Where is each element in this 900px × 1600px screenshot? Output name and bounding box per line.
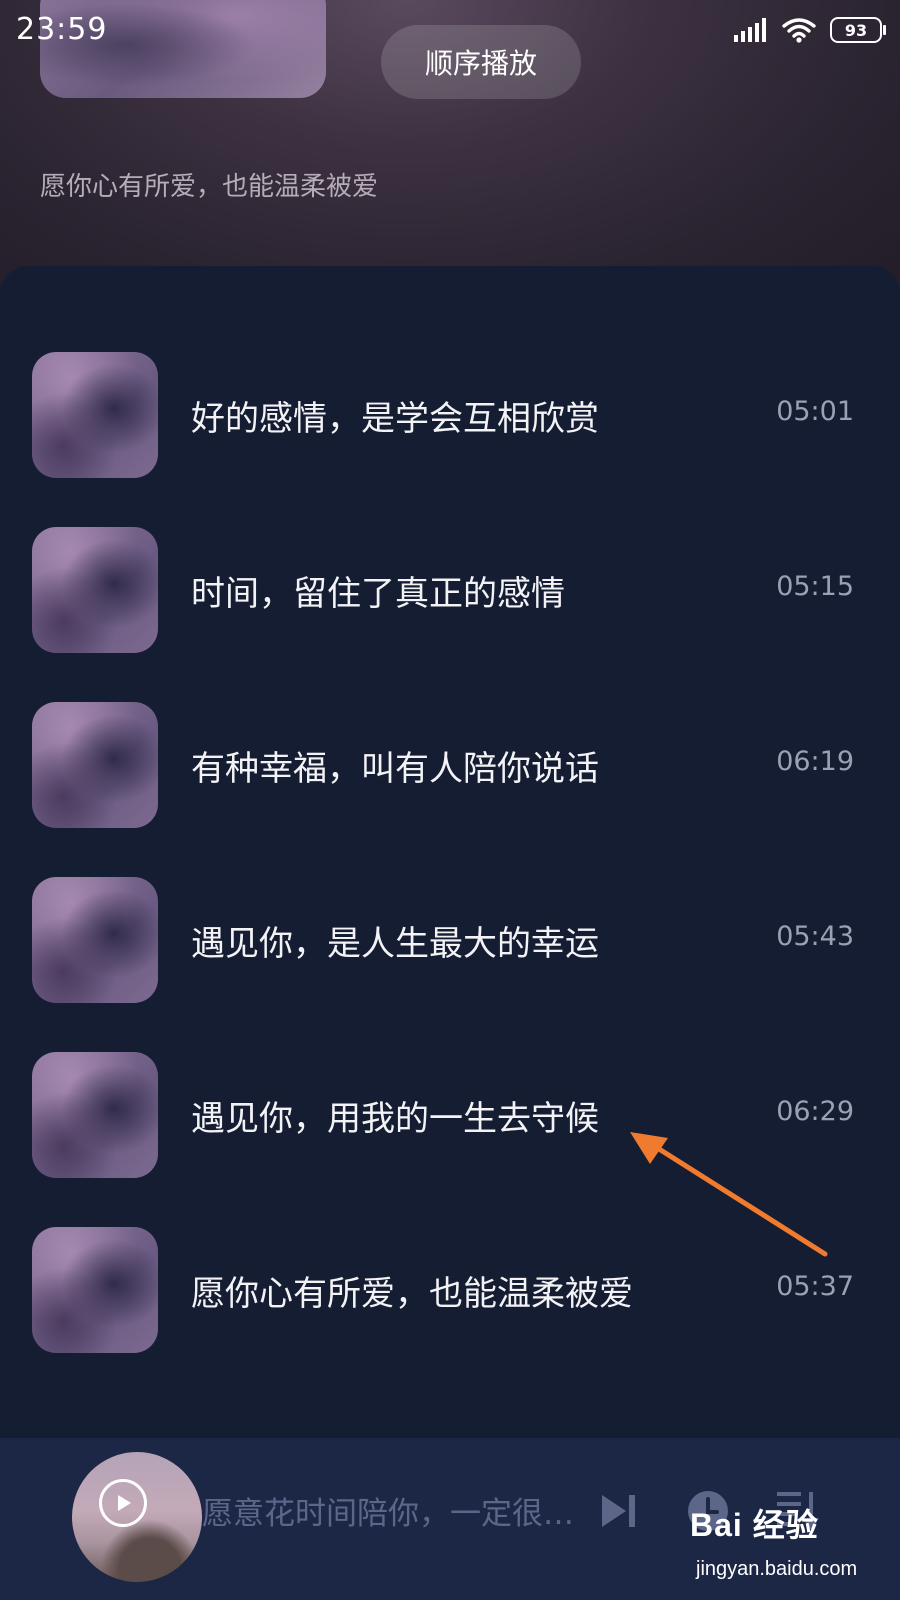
now-playing-title[interactable]: 愿意花时间陪你，一定很… (202, 1488, 597, 1533)
play-icon (118, 1495, 131, 1511)
track-title: 遇见你，用我的一生去守候 (191, 1099, 599, 1139)
track-title: 好的感情，是学会互相欣赏 (191, 399, 599, 439)
track-title: 愿你心有所爱，也能温柔被爱 (191, 1274, 633, 1314)
play-button[interactable] (99, 1479, 147, 1527)
track-duration: 05:15 (776, 571, 854, 602)
track-thumbnail (32, 352, 158, 478)
track-row[interactable]: 有种幸福，叫有人陪你说话 06:19 (0, 702, 900, 828)
track-thumbnail (32, 702, 158, 828)
track-list: 好的感情，是学会互相欣赏 05:01 时间，留住了真正的感情 05:15 有种幸… (0, 266, 900, 1446)
battery-level: 93 (844, 20, 868, 40)
battery-indicator: 93 (830, 17, 886, 43)
track-row[interactable]: 好的感情，是学会互相欣赏 05:01 (0, 352, 900, 478)
track-duration: 06:19 (776, 746, 854, 777)
track-duration: 05:37 (776, 1271, 854, 1302)
album-header: 23:59 93 顺序播放 愿你心有所爱，也能温柔被爱 (0, 0, 900, 300)
track-title: 遇见你，是人生最大的幸运 (191, 924, 599, 964)
status-time: 23:59 (16, 12, 108, 47)
wifi-icon (782, 18, 816, 43)
album-subtitle: 愿你心有所爱，也能温柔被爱 (40, 172, 379, 202)
track-duration: 06:29 (776, 1096, 854, 1127)
track-title: 有种幸福，叫有人陪你说话 (191, 749, 599, 789)
play-order-button[interactable]: 顺序播放 (381, 25, 581, 99)
track-duration: 05:01 (776, 396, 854, 427)
next-icon[interactable] (600, 1491, 638, 1531)
annotation-arrow (630, 1132, 828, 1257)
track-title: 时间，留住了真正的感情 (191, 574, 565, 614)
baidu-watermark: Bai 经验 jingyan.baidu.com (690, 1500, 890, 1590)
track-duration: 05:43 (776, 921, 854, 952)
track-thumbnail (32, 1052, 158, 1178)
track-thumbnail (32, 527, 158, 653)
track-thumbnail (32, 1227, 158, 1353)
watermark-url: jingyan.baidu.com (696, 1558, 858, 1580)
watermark-logo: Bai 经验 (690, 1507, 819, 1543)
track-row[interactable]: 时间，留住了真正的感情 05:15 (0, 527, 900, 653)
track-thumbnail (32, 877, 158, 1003)
status-icons: 93 (734, 14, 886, 46)
signal-icon (734, 18, 766, 42)
track-row[interactable]: 遇见你，是人生最大的幸运 05:43 (0, 877, 900, 1003)
